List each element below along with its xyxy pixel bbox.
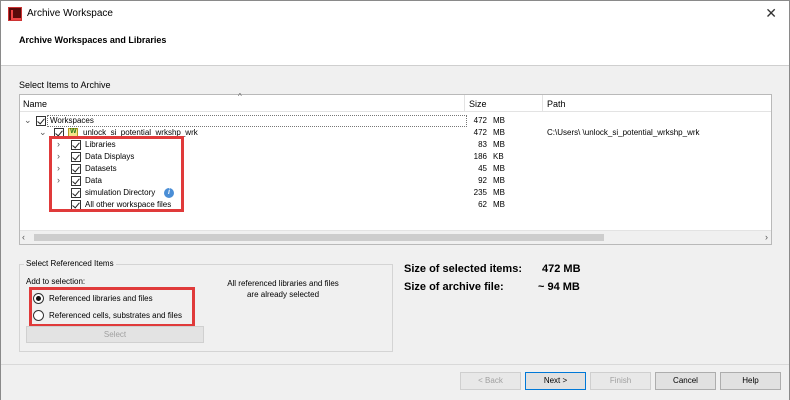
- add-to-selection-label: Add to selection:: [26, 277, 86, 286]
- window-title: Archive Workspace: [27, 8, 113, 19]
- size-value: 472: [473, 128, 487, 137]
- size-value: 186: [473, 152, 487, 161]
- tree-row-label: Workspaces: [50, 116, 94, 125]
- size-unit: MB: [493, 116, 505, 125]
- next-button[interactable]: Next >: [525, 372, 586, 390]
- column-path[interactable]: Path: [547, 99, 566, 109]
- highlight-box-items: [49, 136, 184, 212]
- finish-button[interactable]: Finish: [590, 372, 651, 390]
- select-button[interactable]: Select: [26, 326, 204, 343]
- selected-size-label: Size of selected items:: [404, 263, 522, 275]
- size-unit: MB: [493, 128, 505, 137]
- items-section-label: Select Items to Archive: [19, 80, 111, 90]
- size-unit: MB: [493, 140, 505, 149]
- scroll-left-icon[interactable]: ‹: [22, 232, 25, 242]
- size-unit: MB: [493, 164, 505, 173]
- referenced-note: All referenced libraries and files are a…: [227, 279, 339, 299]
- column-divider[interactable]: [464, 95, 465, 112]
- archive-workspace-window: Archive Workspace ✕ Archive Workspaces a…: [0, 0, 790, 400]
- size-unit: MB: [493, 188, 505, 197]
- size-value: 83: [478, 140, 487, 149]
- close-icon[interactable]: ✕: [765, 5, 777, 22]
- column-name[interactable]: Name: [23, 99, 47, 109]
- highlight-box-radios: [29, 287, 195, 327]
- archive-size-label: Size of archive file:: [404, 281, 504, 293]
- column-divider[interactable]: [542, 95, 543, 112]
- chevron-down-icon[interactable]: ⌄: [24, 115, 32, 126]
- dialog-header: Archive Workspaces and Libraries: [1, 28, 789, 66]
- checkbox-workspaces[interactable]: [36, 116, 46, 126]
- size-unit: KB: [493, 152, 504, 161]
- scroll-thumb[interactable]: [34, 234, 604, 241]
- size-unit: MB: [493, 200, 505, 209]
- scroll-right-icon[interactable]: ›: [765, 232, 768, 242]
- path-value: C:\Users\ \unlock_si_potential_wrkshp_wr…: [547, 128, 700, 137]
- sort-up-icon[interactable]: ^: [238, 92, 242, 101]
- app-logo-icon: [8, 7, 22, 21]
- tree-column-header: ^ Name Size Path: [20, 92, 771, 112]
- archive-size-value: ~ 94 MB: [538, 281, 580, 293]
- column-size[interactable]: Size: [469, 99, 487, 109]
- size-value: 235: [473, 188, 487, 197]
- tree-row-workspaces[interactable]: ⌄ Workspaces 472 MB: [20, 115, 750, 127]
- selected-size-value: 472 MB: [542, 263, 581, 275]
- size-value: 62: [478, 200, 487, 209]
- chevron-down-icon[interactable]: ⌄: [39, 127, 47, 138]
- size-unit: MB: [493, 176, 505, 185]
- page-title: Archive Workspaces and Libraries: [19, 35, 167, 45]
- help-button[interactable]: Help: [720, 372, 781, 390]
- cancel-button[interactable]: Cancel: [655, 372, 716, 390]
- referenced-items-title: Select Referenced Items: [24, 259, 116, 268]
- horizontal-scrollbar[interactable]: ‹ ›: [20, 230, 771, 244]
- back-button[interactable]: < Back: [460, 372, 521, 390]
- size-value: 472: [473, 116, 487, 125]
- size-value: 92: [478, 176, 487, 185]
- size-value: 45: [478, 164, 487, 173]
- title-bar: Archive Workspace ✕: [1, 1, 789, 28]
